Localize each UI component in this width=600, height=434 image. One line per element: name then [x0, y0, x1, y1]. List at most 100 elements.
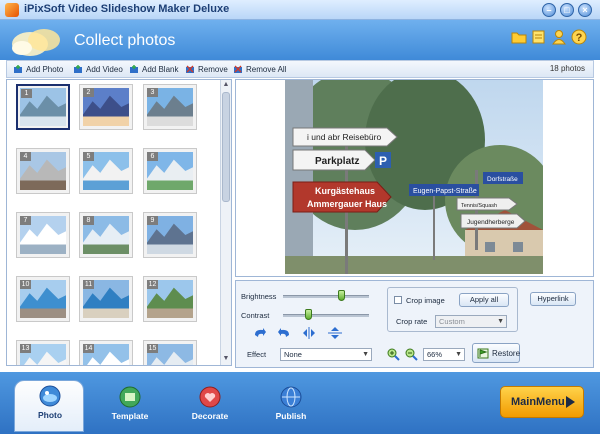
add-blank-button[interactable]: Add Blank — [129, 63, 178, 76]
crop-rate-select[interactable]: Custom ▼ — [435, 315, 507, 328]
preview-image: i und abr Reisebüro Parkplatz P Kurgäste… — [285, 80, 543, 274]
svg-text:i und abr Reisebüro: i und abr Reisebüro — [307, 132, 381, 142]
svg-text:Tennis/Squash: Tennis/Squash — [461, 203, 497, 209]
apply-all-button[interactable]: Apply all — [459, 293, 509, 307]
hyperlink-button[interactable]: Hyperlink — [530, 292, 576, 306]
sign-jugendherberge: Jugendherberge — [460, 213, 526, 229]
window-title: iPixSoft Video Slideshow Maker Deluxe — [24, 3, 230, 15]
thumbnail-number: 14 — [83, 344, 94, 353]
add-blank-icon — [130, 64, 138, 73]
svg-text:Dorfstraße: Dorfstraße — [487, 176, 518, 183]
folder-icon[interactable] — [511, 29, 527, 45]
edit-controls: Brightness Contrast Effect None ▼ Crop i… — [235, 280, 594, 368]
crop-rate-label: Crop rate — [396, 317, 428, 326]
svg-text:Kurgästehaus: Kurgästehaus — [315, 186, 375, 196]
photo-thumbnail[interactable]: 9 — [143, 212, 197, 258]
contrast-slider-knob[interactable] — [304, 309, 312, 320]
svg-text:Eugen-Papst-Straße: Eugen-Papst-Straße — [413, 188, 477, 195]
svg-text:Ammergauer Haus: Ammergauer Haus — [307, 199, 387, 209]
thumbnail-number: 10 — [20, 280, 31, 289]
app-icon — [5, 3, 19, 17]
zoom-in-icon[interactable] — [387, 348, 400, 361]
add-video-button[interactable]: Add Video — [73, 63, 123, 76]
user-icon[interactable] — [551, 29, 567, 45]
remove-all-button[interactable]: Remove All — [233, 63, 286, 76]
thumbnail-number: 9 — [147, 216, 158, 225]
scrollbar-thumb[interactable] — [222, 92, 230, 202]
tab-photo[interactable]: Photo — [14, 380, 84, 432]
title-bar[interactable]: iPixSoft Video Slideshow Maker Deluxe – … — [0, 0, 600, 20]
brightness-slider-knob[interactable] — [338, 290, 346, 301]
note-icon[interactable] — [531, 29, 547, 45]
effect-select[interactable]: None ▼ — [280, 348, 372, 361]
tab-publish[interactable]: Publish — [256, 382, 326, 428]
sign-dorfstrasse: Dorfstraße — [483, 172, 523, 184]
thumbnail-number: 12 — [147, 280, 158, 289]
help-icon[interactable]: ? — [571, 29, 587, 45]
zoom-select[interactable]: 66% ▼ — [423, 348, 465, 361]
photo-thumbnail[interactable]: 5 — [79, 148, 133, 194]
photo-thumbnail[interactable]: 1 — [16, 84, 70, 130]
scroll-up-icon[interactable]: ▲ — [222, 81, 230, 89]
thumbnail-number: 4 — [20, 152, 31, 161]
thumbnail-number: 2 — [83, 88, 94, 97]
rotate-right-icon[interactable] — [277, 327, 291, 339]
photo-thumbnail[interactable]: 14 — [79, 340, 133, 365]
zoom-out-icon[interactable] — [405, 348, 418, 361]
close-icon[interactable]: × — [578, 3, 592, 17]
publish-icon — [280, 386, 302, 408]
remove-button[interactable]: Remove — [185, 63, 228, 76]
sign-parkplatz: Parkplatz P — [292, 149, 391, 171]
arrow-right-icon — [566, 396, 575, 408]
photo-thumbnail[interactable]: 13 — [16, 340, 70, 365]
svg-text:?: ? — [576, 32, 583, 44]
thumbnail-number: 7 — [20, 216, 31, 225]
photo-thumbnail[interactable]: 11 — [79, 276, 133, 322]
contrast-slider[interactable] — [283, 314, 369, 317]
remove-all-icon — [234, 65, 242, 73]
contrast-label: Contrast — [241, 311, 270, 320]
photo-thumbnail[interactable]: 7 — [16, 212, 70, 258]
crop-image-checkbox[interactable] — [394, 296, 402, 304]
tab-decorate[interactable]: Decorate — [175, 382, 245, 428]
main-menu-button[interactable]: MainMenu — [500, 386, 584, 418]
thumbnail-number: 11 — [83, 280, 94, 289]
photo-toolbar: Add Photo Add Video Add Blank Remove Rem… — [6, 60, 594, 78]
chevron-down-icon: ▼ — [362, 351, 369, 358]
minimize-icon[interactable]: – — [542, 3, 556, 17]
photo-thumbnail[interactable]: 10 — [16, 276, 70, 322]
remove-icon — [186, 65, 194, 73]
template-icon — [119, 386, 141, 408]
sign-eugen-papst-strasse: Eugen-Papst-Straße — [409, 184, 479, 196]
photo-thumbnail[interactable]: 6 — [143, 148, 197, 194]
scroll-down-icon[interactable]: ▼ — [222, 355, 230, 363]
thumbnail-panel[interactable]: ▲ ▼ 1 2 3 4 5 6 7 8 9 10 11 12 13 14 15 — [6, 79, 232, 366]
photo-thumbnail[interactable]: 2 — [79, 84, 133, 130]
photo-thumbnail[interactable]: 15 — [143, 340, 197, 365]
photo-thumbnail[interactable]: 8 — [79, 212, 133, 258]
decorate-icon — [199, 386, 221, 408]
flip-vertical-icon[interactable] — [328, 327, 342, 339]
restore-icon — [477, 348, 489, 359]
rotate-left-icon[interactable] — [253, 327, 267, 339]
thumbnail-scrollbar[interactable]: ▲ ▼ — [220, 80, 231, 365]
svg-text:Jugendherberge: Jugendherberge — [467, 219, 515, 226]
page-header: Collect photos ? — [0, 20, 600, 60]
flip-horizontal-icon[interactable] — [302, 327, 316, 339]
logo-icon — [12, 29, 60, 56]
crop-image-label: Crop image — [406, 296, 445, 305]
photo-thumbnail[interactable]: 3 — [143, 84, 197, 130]
photo-thumbnail[interactable]: 4 — [16, 148, 70, 194]
tab-template[interactable]: Template — [95, 382, 165, 428]
add-photo-button[interactable]: Add Photo — [13, 63, 63, 76]
restore-button[interactable]: Restore — [472, 343, 520, 363]
brightness-slider[interactable] — [283, 295, 369, 298]
add-video-icon — [74, 64, 82, 73]
add-photo-icon — [14, 64, 22, 73]
photo-thumbnail[interactable]: 12 — [143, 276, 197, 322]
effect-label: Effect — [247, 350, 267, 359]
thumbnail-number: 13 — [20, 344, 31, 353]
sign-reisebuero: i und abr Reisebüro — [292, 127, 398, 147]
app-window: iPixSoft Video Slideshow Maker Deluxe – … — [0, 0, 600, 434]
maximize-icon[interactable]: □ — [560, 3, 574, 17]
